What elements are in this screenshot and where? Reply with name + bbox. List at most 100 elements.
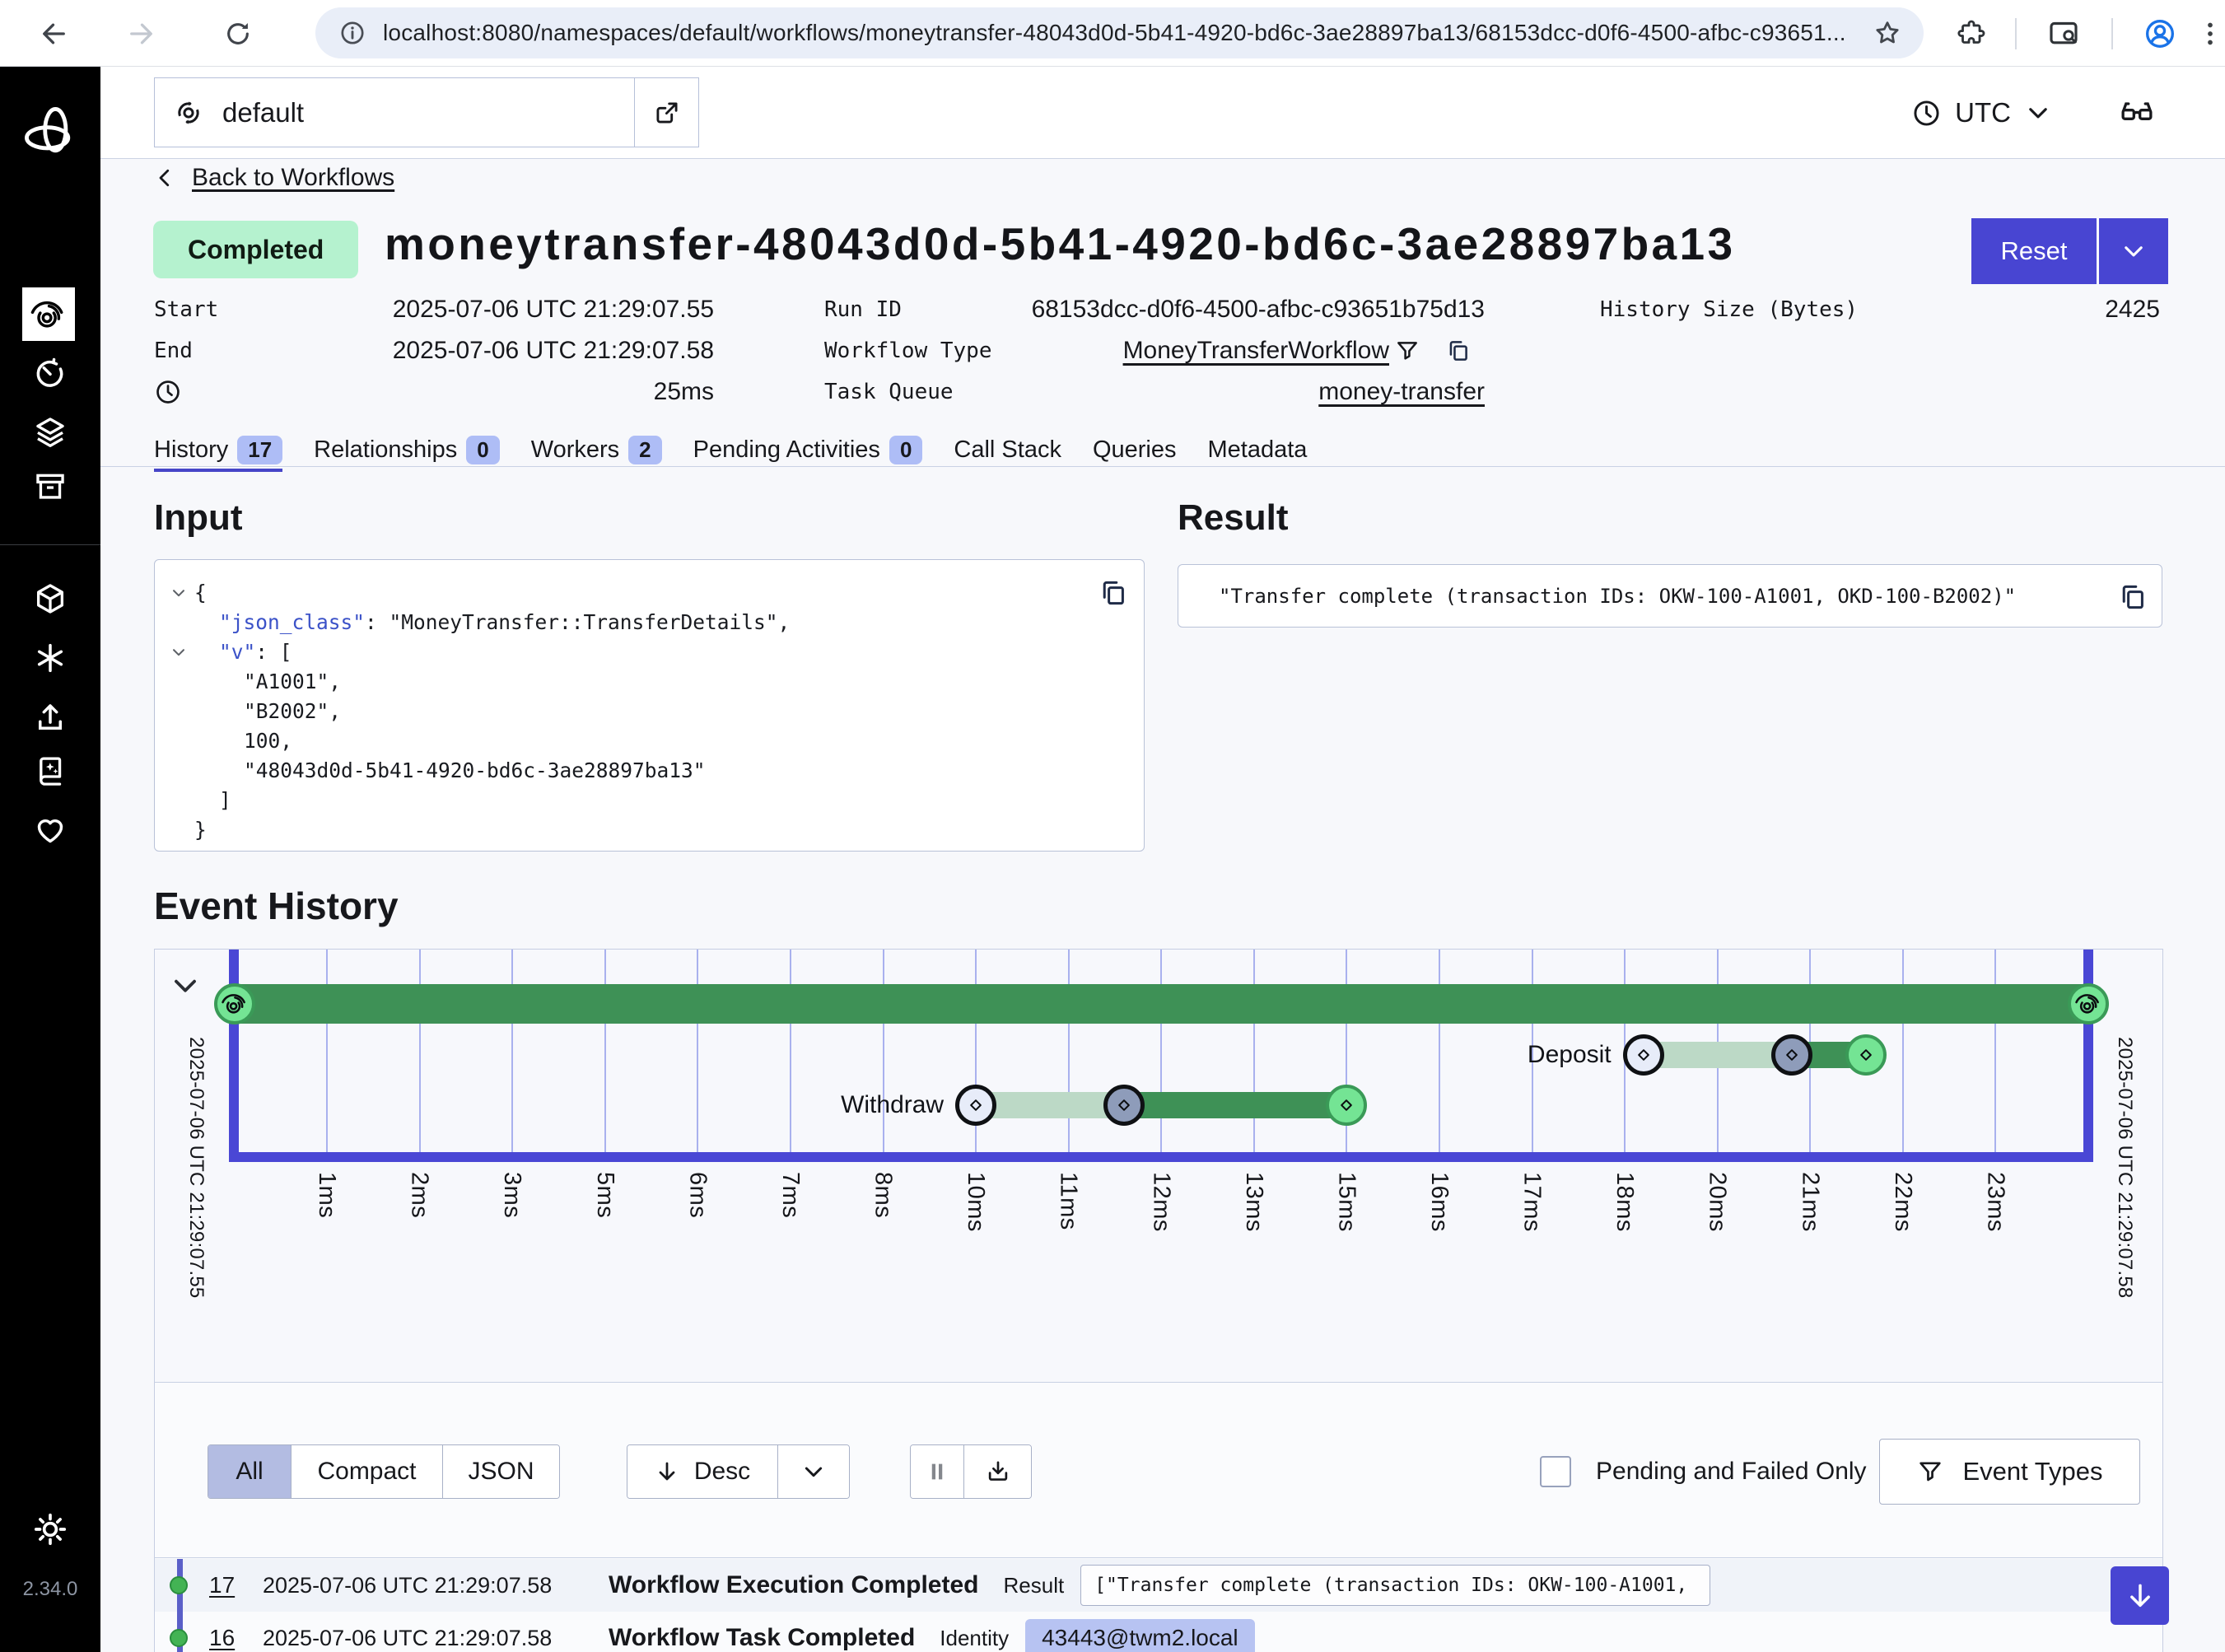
namespace-current[interactable]: default (155, 78, 634, 147)
tick-label: 12ms (1147, 1172, 1174, 1232)
sort-menu-caret[interactable] (777, 1445, 849, 1498)
activity-completed-marker[interactable] (1326, 1085, 1367, 1126)
theme-toggle-sun-icon[interactable] (0, 1510, 100, 1549)
gridline (1068, 950, 1070, 1152)
bookmark-star-icon[interactable] (1873, 18, 1902, 48)
filter-funnel-icon[interactable] (1394, 338, 1420, 364)
back-link[interactable]: Back to Workflows (152, 164, 394, 192)
pending-failed-checkbox[interactable] (1540, 1456, 1571, 1487)
extensions-icon[interactable] (1945, 0, 1998, 67)
json-token: "v" (219, 640, 255, 664)
timeline-collapse-chevron[interactable] (170, 974, 201, 1003)
view-compact-button[interactable]: Compact (291, 1445, 442, 1498)
copy-icon[interactable] (1445, 338, 1472, 364)
browser-menu-kebab-icon[interactable] (2184, 0, 2225, 67)
tick-label: 22ms (1889, 1172, 1916, 1232)
url-bar[interactable]: localhost:8080/namespaces/default/workfl… (315, 7, 1924, 58)
detail-label-start: Start (154, 289, 218, 330)
sort-desc-button[interactable]: Desc (627, 1445, 777, 1498)
sidebar-item-workflows[interactable] (22, 287, 75, 341)
diamond-icon (1633, 1044, 1654, 1066)
browser-back-button[interactable] (28, 0, 81, 67)
browser-forward-button[interactable] (114, 0, 167, 67)
profile-icon[interactable] (2134, 0, 2186, 67)
gridline (326, 950, 328, 1152)
pending-failed-label[interactable]: Pending and Failed Only (1596, 1458, 1867, 1486)
json-line: ] (155, 786, 790, 815)
download-button[interactable] (963, 1445, 1031, 1498)
detail-value-start: 2025-07-06 UTC 21:29:07.55 (265, 289, 714, 330)
page: localhost:8080/namespaces/default/workfl… (0, 0, 2225, 1652)
copy-icon[interactable] (2117, 581, 2148, 617)
activity-scheduled-marker[interactable] (955, 1085, 996, 1126)
sidebar-item-deployments[interactable] (0, 413, 100, 452)
json-token: ] (219, 788, 231, 812)
details-values-col2: 68153dcc-d0f6-4500-afbc-c93651b75d13 Mon… (924, 289, 1485, 413)
event-id-link[interactable]: 17 (209, 1572, 263, 1598)
sidebar-item-feedback[interactable] (0, 810, 100, 849)
task-queue-link[interactable]: money-transfer (1318, 371, 1485, 413)
workflow-completed-marker[interactable] (2068, 983, 2109, 1024)
namespace-select[interactable]: default (154, 77, 699, 147)
scroll-to-bottom-button[interactable] (2111, 1566, 2169, 1625)
site-info-icon[interactable] (338, 19, 366, 47)
tick-label: 3ms (498, 1172, 525, 1218)
sidebar-item-import[interactable] (0, 698, 100, 737)
sidebar-item-namespaces[interactable] (0, 579, 100, 618)
tick-label: 23ms (1981, 1172, 2008, 1232)
activity-started-marker[interactable] (1103, 1085, 1145, 1126)
sidebar-item-schedules[interactable] (0, 353, 100, 393)
namespace-open-button[interactable] (634, 78, 698, 147)
event-id-link[interactable]: 16 (209, 1625, 263, 1651)
json-line: } (155, 815, 790, 845)
labs-toggle[interactable] (2119, 67, 2155, 159)
tab-search-icon[interactable] (2037, 0, 2090, 67)
diamond-icon (1113, 1094, 1135, 1116)
pause-button[interactable] (911, 1445, 963, 1498)
main-content: Back to Workflows Completed moneytransfe… (100, 159, 2225, 1652)
view-json-button[interactable]: JSON (442, 1445, 559, 1498)
reset-menu-caret[interactable] (2099, 218, 2168, 284)
gridline (511, 950, 513, 1152)
activity-scheduled-marker[interactable] (1623, 1034, 1664, 1076)
json-collapse-chevron-icon[interactable] (170, 643, 188, 661)
url-text[interactable]: localhost:8080/namespaces/default/workfl… (383, 20, 1846, 46)
back-link-label[interactable]: Back to Workflows (192, 164, 394, 192)
reset-button[interactable]: Reset (1971, 218, 2097, 284)
tab-label: Queries (1093, 436, 1177, 464)
workflow-type-link[interactable]: MoneyTransferWorkflow (1123, 330, 1389, 371)
view-all-button[interactable]: All (208, 1445, 291, 1498)
activity-completed-marker[interactable] (1845, 1034, 1887, 1076)
event-row[interactable]: 172025-07-06 UTC 21:29:07.58Workflow Exe… (155, 1559, 2162, 1612)
temporal-logo[interactable] (0, 110, 100, 156)
diamond-icon (1336, 1094, 1357, 1116)
browser-reload-button[interactable] (212, 0, 264, 67)
event-attr-label: Identity (940, 1626, 1009, 1651)
asterisk-icon (33, 641, 68, 675)
event-row[interactable]: 162025-07-06 UTC 21:29:07.58Workflow Tas… (155, 1612, 2162, 1652)
sidebar-item-batch-operations[interactable] (0, 467, 100, 506)
tab-bar-border (100, 466, 2225, 467)
workflow-started-marker[interactable] (214, 983, 255, 1024)
event-types-button[interactable]: Event Types (1879, 1439, 2140, 1505)
timeline-start-timestamp: 2025-07-06 UTC 21:29:07.55 (184, 1037, 208, 1298)
timeline-chart: DepositWithdraw 1ms2ms3ms5ms6ms7ms8ms10m… (155, 950, 2162, 1383)
tick-label: 11ms (1055, 1172, 1082, 1230)
app-version: 2.34.0 (0, 1578, 100, 1601)
workflow-execution-bar[interactable] (235, 984, 2089, 1024)
sidebar-item-docs[interactable] (0, 751, 100, 791)
tab-count-badge: 0 (466, 436, 499, 464)
json-token: : [ (255, 640, 292, 664)
activity-started-marker[interactable] (1771, 1034, 1812, 1076)
copy-icon[interactable] (1098, 577, 1129, 613)
glasses-icon (2119, 95, 2155, 131)
sidebar-item-nexus[interactable] (0, 638, 100, 678)
tab-label: Workers (531, 436, 619, 464)
chevron-down-icon (2120, 237, 2148, 265)
detail-value-task-queue: money-transfer (924, 371, 1485, 413)
json-collapse-chevron-icon[interactable] (170, 584, 188, 602)
workflow-spiral-icon (221, 990, 249, 1018)
detail-value-run-id: 68153dcc-d0f6-4500-afbc-c93651b75d13 (924, 289, 1485, 330)
timezone-select[interactable]: UTC (1911, 67, 2052, 159)
json-token: "48043d0d-5b41-4920-bd6c-3ae28897ba13" (244, 758, 706, 782)
